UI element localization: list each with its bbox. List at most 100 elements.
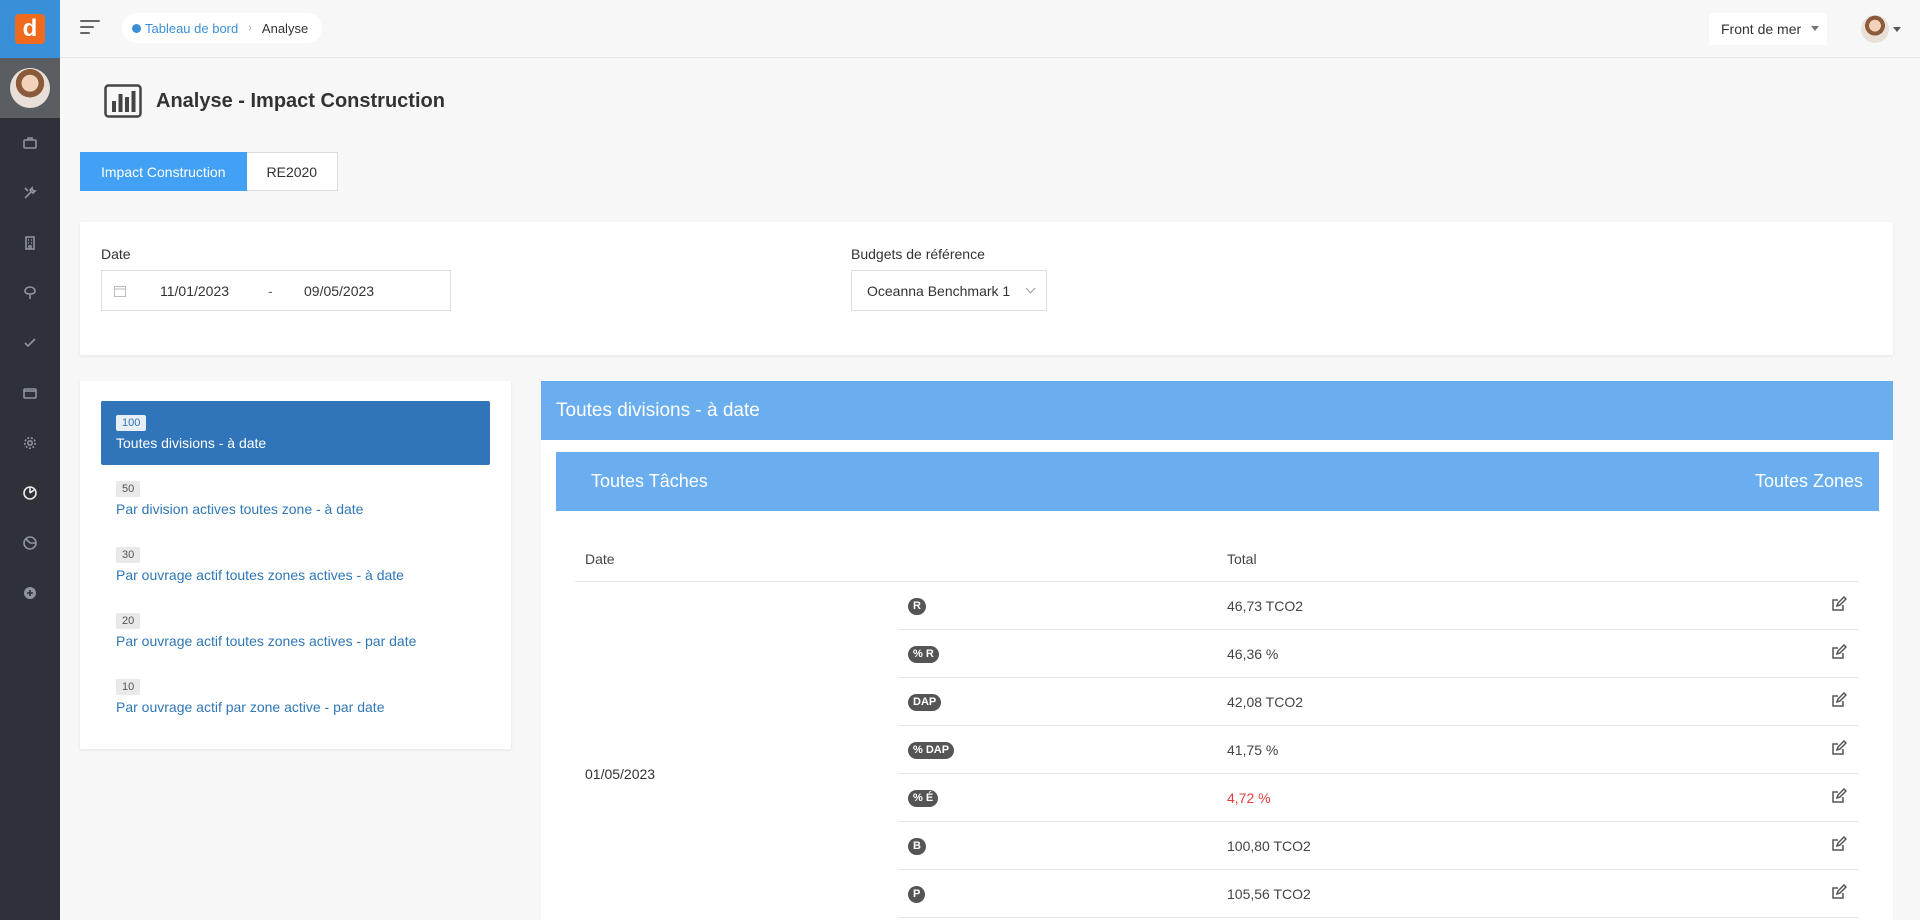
edit-icon [1832, 739, 1848, 755]
chart-pie-icon [23, 536, 37, 550]
edit-icon [1832, 691, 1848, 707]
building-icon [25, 236, 35, 250]
tree-icon [24, 286, 36, 299]
list-item-report-20[interactable]: 20 Par ouvrage actif toutes zones active… [101, 599, 490, 663]
metric-tag: B [908, 838, 926, 855]
project-select[interactable]: Front de mer [1709, 13, 1827, 45]
report-subheader: Toutes Tâches Toutes Zones [556, 452, 1879, 511]
table-row: % R 46,36 % [898, 630, 1859, 678]
caret-down-icon [1893, 26, 1901, 32]
results-table: Date Total 01/05/2023 R 46,73 TCO2 % R 4… [575, 537, 1859, 918]
table-row: B 100,80 TCO2 [898, 822, 1859, 870]
report-label: Par ouvrage actif toutes zones actives -… [116, 567, 404, 583]
sidebar-item-tools[interactable] [0, 168, 60, 218]
bar-chart-icon [104, 84, 142, 118]
budget-select-value: Oceanna Benchmark 1 [867, 282, 1011, 299]
list-item-report-50[interactable]: 50 Par division actives toutes zone - à … [101, 467, 490, 531]
list-item-report-10[interactable]: 10 Par ouvrage actif par zone active - p… [101, 665, 490, 729]
date-end-input[interactable]: 09/05/2023 [304, 283, 374, 299]
edit-button[interactable] [1831, 691, 1848, 708]
sidebar-item-buildings[interactable] [0, 218, 60, 268]
report-badge: 50 [116, 481, 141, 497]
sidebar-item-documents[interactable] [0, 368, 60, 418]
budget-select[interactable]: Oceanna Benchmark 1 [851, 270, 1047, 311]
metric-tag: DAP [908, 694, 942, 711]
sidebar-item-projects[interactable] [0, 118, 60, 168]
edit-button[interactable] [1831, 787, 1848, 804]
date-range-picker[interactable]: 11/01/2023 - 09/05/2023 [101, 270, 451, 311]
edit-button[interactable] [1831, 739, 1848, 756]
date-separator: - [268, 282, 273, 299]
sidebar-item-tasks[interactable] [0, 318, 60, 368]
tab-impact-construction[interactable]: Impact Construction [80, 152, 247, 191]
zones-scope-label: Toutes Zones [1754, 471, 1863, 491]
edit-icon [1832, 595, 1848, 611]
breadcrumb-current: Analyse [261, 20, 309, 36]
tasks-scope-label: Toutes Tâches [591, 471, 708, 491]
user-menu[interactable] [1861, 15, 1901, 43]
folder-icon [23, 388, 37, 399]
metric-tag: R [908, 598, 926, 615]
budget-label: Budgets de référence [851, 246, 985, 262]
sidebar-avatar[interactable] [0, 58, 60, 118]
report-label: Toutes divisions - à date [116, 435, 267, 451]
app-logo[interactable]: d [0, 0, 60, 58]
plus-circle-icon [24, 587, 36, 599]
sidebar-nav [0, 118, 60, 618]
report-badge: 30 [116, 547, 141, 563]
edit-icon [1832, 643, 1848, 659]
breadcrumb-home-link[interactable]: Tableau de bord [132, 21, 238, 36]
report-label: Par division actives toutes zone - à dat… [116, 501, 364, 517]
calendar-icon [114, 285, 126, 297]
edit-button[interactable] [1831, 883, 1848, 900]
menu-icon-line [80, 26, 94, 28]
list-item-report-30[interactable]: 30 Par ouvrage actif toutes zones active… [101, 533, 490, 597]
sidebar-item-reports[interactable] [0, 518, 60, 568]
sidebar-item-environment[interactable] [0, 268, 60, 318]
list-item-report-100[interactable]: 100 Toutes divisions - à date [101, 401, 490, 465]
report-label: Par ouvrage actif par zone active - par … [116, 699, 385, 715]
tab-re2020[interactable]: RE2020 [246, 152, 339, 191]
menu-toggle-button[interactable] [80, 20, 102, 36]
gear-icon [24, 437, 36, 449]
logo-mark: d [15, 14, 45, 44]
metric-tag: % R [908, 646, 939, 663]
page-title: Analyse - Impact Construction [156, 89, 445, 112]
table-row: % É 4,72 % [898, 774, 1859, 822]
sidebar-item-analytics[interactable] [0, 468, 60, 518]
metric-value: 41,75 % [1227, 742, 1279, 758]
briefcase-icon [23, 137, 37, 149]
date-cell: 01/05/2023 [585, 766, 656, 782]
edit-icon [1832, 835, 1848, 851]
analysis-tabs: Impact Construction RE2020 [80, 152, 339, 191]
edit-button[interactable] [1831, 643, 1848, 660]
date-label: Date [101, 246, 131, 262]
check-icon [24, 338, 36, 348]
metric-value: 46,73 TCO2 [1227, 598, 1304, 614]
table-row: P 105,56 TCO2 [898, 870, 1859, 918]
report-badge: 10 [116, 679, 141, 695]
table-header: Date Total [575, 537, 1859, 582]
menu-icon-line [80, 20, 100, 22]
top-bar: Tableau de bord › Analyse Front de mer [60, 0, 1920, 58]
menu-icon-line [80, 32, 90, 34]
filter-panel: Date 11/01/2023 - 09/05/2023 Budgets de … [80, 222, 1893, 355]
breadcrumb-home-label: Tableau de bord [145, 20, 239, 36]
chevron-right-icon: › [248, 22, 252, 34]
metric-value: 4,72 % [1227, 790, 1271, 806]
edit-button[interactable] [1831, 595, 1848, 612]
report-list: 100 Toutes divisions - à date 50 Par div… [80, 381, 511, 749]
tools-icon [24, 186, 37, 199]
sidebar-item-settings[interactable] [0, 418, 60, 468]
sidebar-item-add[interactable] [0, 568, 60, 618]
avatar [10, 68, 50, 108]
table-row: DAP 42,08 TCO2 [898, 678, 1859, 726]
table-row: R 46,73 TCO2 [898, 582, 1859, 630]
analytics-icon [23, 486, 37, 500]
column-header-total: Total [1227, 551, 1257, 567]
date-start-input[interactable]: 11/01/2023 [160, 283, 268, 299]
dashboard-icon [132, 23, 141, 33]
edit-button[interactable] [1831, 835, 1848, 852]
column-header-date: Date [585, 551, 615, 567]
metric-value: 42,08 TCO2 [1227, 694, 1304, 710]
